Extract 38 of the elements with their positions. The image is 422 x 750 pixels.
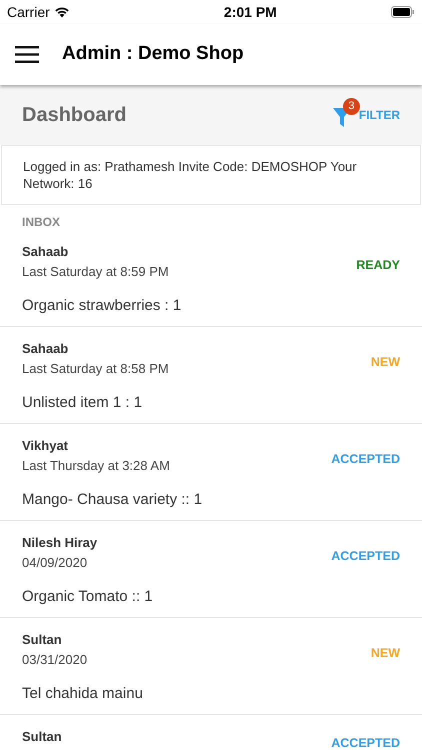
status-label: ACCEPTED: [331, 451, 400, 468]
app-title: Admin : Demo Shop: [62, 42, 244, 66]
order-item: Unlisted item 1 : 1: [22, 393, 144, 413]
battery-icon: [390, 6, 415, 18]
wifi-icon: [54, 6, 70, 18]
inbox-label: INBOX: [22, 215, 60, 229]
status-label: ACCEPTED: [331, 735, 400, 750]
status-label: NEW: [370, 354, 400, 371]
clock-time: 2:01 PM: [224, 2, 277, 22]
order-row[interactable]: Vikhyat Last Thursday at 3:28 AM Mango- Chausa variety :: 1 ACCEPTED: [0, 424, 422, 521]
menu-icon[interactable]: [15, 46, 39, 63]
customer-name: Sahaab: [22, 340, 70, 358]
order-time: Last Saturday at 8:59 PM: [22, 263, 170, 281]
order-item: Mango- Chausa variety :: 1: [22, 490, 202, 510]
login-info: Logged in as: Prathamesh Invite Code: DEMOSHOP Your Network: 16: [23, 158, 358, 192]
customer-name: Sahaab: [22, 243, 70, 261]
carrier-label: Carrier: [7, 2, 50, 22]
order-row[interactable]: Sultan 03/31/2020 Tel chahida mainu NEW: [0, 618, 422, 715]
order-item: Tel chahida mainu: [22, 684, 143, 704]
order-row[interactable]: Sahaab Last Saturday at 8:58 PM Unlisted item 1 : 1 NEW: [0, 327, 422, 424]
order-item: Organic strawberries : 1: [22, 296, 182, 316]
order-time: 03/31/2020: [22, 651, 88, 669]
dashboard-title: Dashboard: [22, 103, 126, 128]
order-row[interactable]: Sahaab Last Saturday at 8:59 PM Organic strawberries : 1 READY: [0, 230, 422, 327]
order-time: Last Saturday at 8:58 PM: [22, 360, 169, 378]
customer-name: Vikhyat: [22, 437, 70, 455]
customer-name: Nilesh Hiray: [22, 534, 98, 552]
order-item: Organic Tomato :: 1: [22, 587, 153, 607]
order-time: Last Thursday at 3:28 AM: [22, 457, 171, 475]
status-label: ACCEPTED: [331, 548, 400, 565]
customer-name: Sultan: [22, 631, 63, 649]
status-label: NEW: [370, 645, 400, 662]
count-badge: 3: [342, 98, 360, 115]
order-time: 04/09/2020: [22, 554, 88, 572]
order-row[interactable]: Nilesh Hiray 04/09/2020 Organic Tomato :: 1 ACCEPTED: [0, 521, 422, 618]
status-label: READY: [356, 257, 400, 274]
customer-name: Sultan: [22, 728, 62, 746]
order-row[interactable]: Sultan ACCEPTED: [0, 715, 422, 750]
